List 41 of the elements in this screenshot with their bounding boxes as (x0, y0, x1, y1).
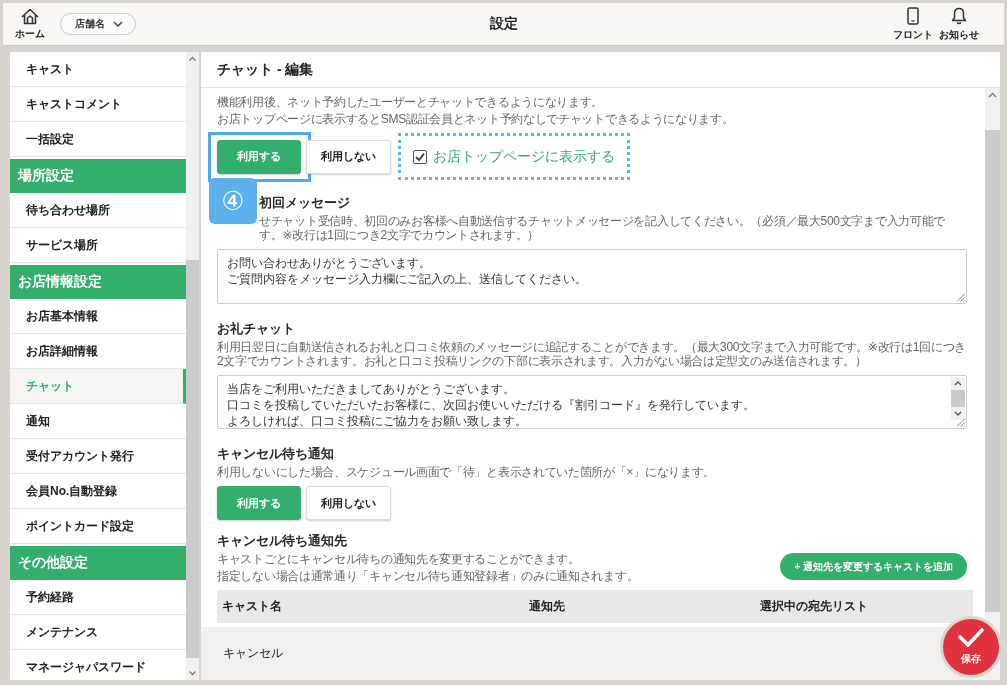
section-description: お店トップページに表示するとSMS認証会員とネット予約なしでチャットできるようになります。 (217, 112, 735, 126)
resize-grip-icon[interactable] (956, 418, 965, 427)
scrollbar[interactable] (186, 52, 199, 680)
field-scrollbar[interactable] (951, 377, 965, 420)
cancel-button[interactable]: キャンセル (223, 645, 283, 662)
home-icon (21, 7, 39, 25)
page-title: 設定 (489, 15, 518, 33)
section-description: キャストごとにキャンセル待ちの通知先を変更することができます。 (217, 552, 581, 566)
home-button[interactable]: ホーム (13, 7, 47, 41)
store-select[interactable]: 店舗名 (60, 13, 136, 35)
option-button[interactable]: 利用しない (306, 486, 391, 520)
section-heading: キャンセル待ち通知先 (217, 533, 348, 549)
section-description: せチャット受信時、初回のみお客様へ自動送信するチャットメッセージを記入してください。（必須／最大500文字まで入力可能です。※改行は1回につき2文字でカウントされます。） (259, 214, 947, 242)
checkbox-icon[interactable] (413, 149, 427, 164)
scrollbar-thumb[interactable] (951, 390, 965, 407)
phone-icon (907, 6, 919, 25)
section-heading: お礼チャット (217, 321, 296, 337)
message-field[interactable]: お問い合わせありがとうございます。 ご質問内容をメッセージ入力欄にご記入の上、送信してください。 (217, 249, 967, 304)
shortcut-button[interactable]: お知らせ (938, 6, 980, 42)
panel-title: チャット - 編集 (201, 52, 1000, 88)
column-header: 選択中の宛先リスト (760, 598, 868, 615)
column-header: 通知先 (529, 598, 565, 615)
chevron-down-icon (113, 21, 123, 27)
section-description: 利用しないにした場合、スケジュール画面で「待」と表示されていた箇所が「×」になります。 (217, 465, 717, 479)
section-heading: キャンセル待ち通知 (217, 446, 335, 462)
section-heading: 初回メッセージ (259, 195, 351, 211)
step-badge: ④ (209, 178, 257, 224)
section-description: 機能利用後、ネット予約したユーザーとチャットできるようになります。 (217, 95, 605, 109)
scrollbar-thumb[interactable] (186, 260, 199, 658)
sidebar-section-heading: 場所設定 (10, 159, 186, 193)
resize-grip-icon[interactable] (956, 293, 965, 302)
section-description: 指定しない場合は通常通り「キャンセル待ち通知登録者」のみに通知されます。 (217, 569, 639, 583)
message-field[interactable]: 当店をご利用いただきましてありがとうございます。 口コミを投稿していただいたお客様に、次回お使いいただける『割引コード』を発行しています。 よろしければ、口コミ投稿にご協力をお願い致します。 (217, 375, 967, 429)
column-header: キャスト名 (222, 598, 282, 615)
sidebar-section-heading: その他設定 (10, 546, 186, 580)
check-icon (958, 628, 984, 648)
bell-icon (951, 6, 967, 25)
sidebar-section-heading: お店情報設定 (10, 265, 186, 299)
shortcut-button[interactable]: フロント (892, 6, 934, 42)
section-description: 利用日翌日に自動送信されるお礼と口コミ依頼のメッセージに追記することができます。（最大300文字まで入力可能です。※改行は1回につき2文字でカウントされます。お礼と口コミ投稿リンクの下部に表示されます。入力がない場合は定型文のみ送信されます。） (217, 340, 967, 368)
option-button[interactable]: 利用しない (306, 139, 391, 174)
